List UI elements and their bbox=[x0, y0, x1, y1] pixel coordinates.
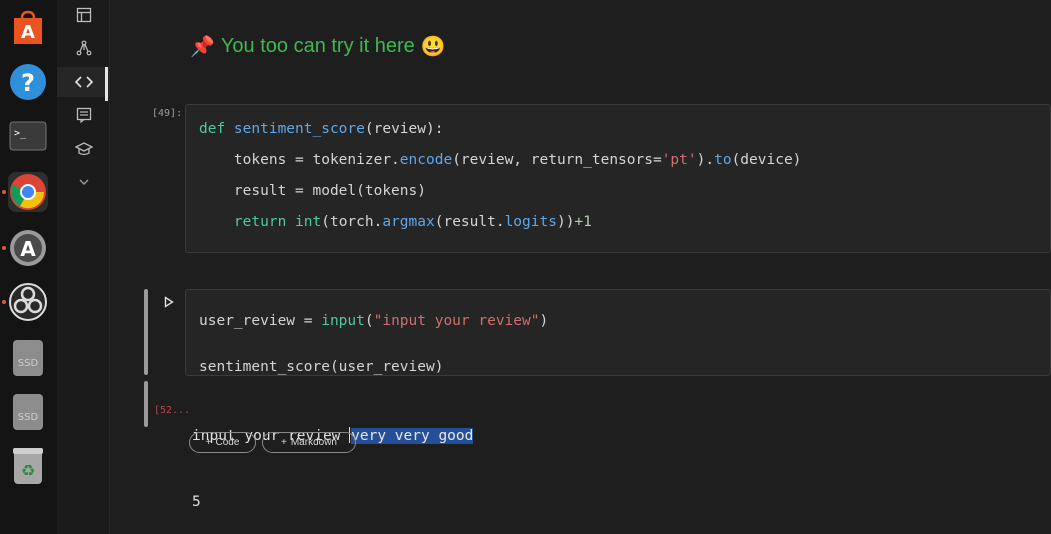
code-cell-editor[interactable]: user_review = input("input your review")… bbox=[185, 289, 1051, 376]
code-token: result = model(tokens) bbox=[199, 183, 426, 199]
code-editor-content[interactable]: user_review = input("input your review")… bbox=[199, 298, 548, 390]
dock-label: ? bbox=[21, 69, 35, 97]
code-line: result = model(tokens) bbox=[199, 176, 801, 207]
code-icon[interactable] bbox=[57, 67, 110, 97]
drive-icon[interactable]: SSD bbox=[8, 392, 48, 432]
code-line: return int(torch.argmax(result.logits))+… bbox=[199, 207, 801, 238]
terminal-icon[interactable]: >_ bbox=[8, 116, 48, 156]
trash-icon[interactable]: ♻ bbox=[8, 446, 48, 486]
code-token: sentiment_score(user_review) bbox=[199, 359, 444, 375]
output-execution-count: [52... bbox=[154, 405, 191, 416]
code-line: tokens = tokenizer.encode(review, return… bbox=[199, 145, 802, 176]
code-line: def sentiment_score(review): bbox=[199, 114, 801, 145]
chrome-icon[interactable] bbox=[2, 172, 48, 212]
execution-count: [49]: bbox=[152, 108, 183, 119]
button-label: Code bbox=[215, 437, 240, 448]
help-icon[interactable]: ? bbox=[8, 62, 48, 102]
code-token: argmax bbox=[382, 214, 435, 230]
cell-output: input your review very very good 5 bbox=[192, 381, 474, 534]
heading-text: You too can try it here bbox=[220, 35, 415, 57]
dock-label: SSD bbox=[18, 358, 39, 369]
code-token: ) bbox=[539, 313, 549, 329]
extensions-icon[interactable] bbox=[57, 134, 110, 164]
code-token: to bbox=[714, 152, 732, 168]
code-token: tokens = tokenizer. bbox=[199, 152, 400, 168]
notebook-panel: 📌 You too can try it here 😃 [49]: def se… bbox=[110, 0, 1051, 534]
obs-icon[interactable] bbox=[2, 282, 48, 322]
dock-label: ♻ bbox=[21, 461, 35, 480]
drive-icon[interactable]: SSD bbox=[8, 338, 48, 378]
add-code-cell-button[interactable]: + Code bbox=[189, 432, 256, 453]
file-browser-icon[interactable] bbox=[57, 0, 110, 30]
code-token: ( bbox=[364, 313, 374, 329]
input-value[interactable]: very very good bbox=[351, 428, 474, 444]
code-token: input bbox=[321, 313, 365, 329]
markdown-heading: 📌 You too can try it here 😃 bbox=[190, 34, 446, 59]
running-indicator bbox=[2, 190, 6, 194]
code-token: int bbox=[295, 214, 322, 230]
chevron-down-icon[interactable] bbox=[57, 167, 110, 197]
dock-label: >_ bbox=[14, 128, 27, 139]
dock-label: A bbox=[21, 22, 35, 43]
code-token: (device) bbox=[731, 152, 802, 168]
code-token: +1 bbox=[574, 214, 592, 230]
code-token: "input your review" bbox=[373, 313, 540, 329]
kernel-sessions-icon[interactable] bbox=[57, 33, 110, 63]
code-cell-editor[interactable]: def sentiment_score(review): tokens = to… bbox=[185, 104, 1051, 253]
code-token: (result. bbox=[434, 214, 505, 230]
code-token: def bbox=[199, 121, 234, 137]
play-icon bbox=[164, 296, 174, 308]
output-cell-bar[interactable] bbox=[144, 381, 148, 427]
code-token: 'pt' bbox=[661, 152, 697, 168]
code-token: ). bbox=[696, 152, 715, 168]
output-result: 5 bbox=[192, 494, 201, 510]
code-token: logits bbox=[504, 214, 557, 230]
code-line: user_review = input("input your review") bbox=[199, 298, 548, 344]
code-token: (review, return_tensors= bbox=[452, 152, 662, 168]
code-token: )) bbox=[556, 214, 575, 230]
activity-bar bbox=[57, 0, 110, 534]
dock-label: SSD bbox=[18, 412, 39, 423]
run-cell-button[interactable] bbox=[162, 295, 176, 309]
active-cell-bar[interactable] bbox=[144, 289, 148, 375]
running-indicator bbox=[2, 300, 6, 304]
code-token: return bbox=[199, 214, 296, 230]
dock-label: A bbox=[20, 237, 36, 261]
button-label: Markdown bbox=[290, 437, 337, 448]
code-token: (review): bbox=[364, 121, 444, 137]
code-token: user_review = bbox=[199, 313, 322, 329]
ubuntu-dock: A ? >_ A SSD SSD ♻ bbox=[0, 0, 57, 534]
code-token: sentiment_score bbox=[233, 121, 365, 137]
add-markdown-cell-button[interactable]: + Markdown bbox=[262, 432, 356, 453]
plus-icon: + bbox=[205, 437, 212, 448]
smiley-icon: 😃 bbox=[420, 36, 446, 58]
plus-icon: + bbox=[281, 437, 287, 448]
table-of-contents-icon[interactable] bbox=[57, 100, 110, 130]
active-indicator bbox=[105, 67, 108, 101]
code-token: encode bbox=[399, 152, 453, 168]
code-token: (torch. bbox=[321, 214, 383, 230]
code-editor-content[interactable]: def sentiment_score(review): tokens = to… bbox=[199, 114, 801, 238]
software-updater-icon[interactable]: A bbox=[2, 228, 48, 268]
app-center-icon[interactable]: A bbox=[8, 8, 48, 48]
running-indicator bbox=[2, 246, 6, 250]
pushpin-icon: 📌 bbox=[190, 36, 215, 58]
